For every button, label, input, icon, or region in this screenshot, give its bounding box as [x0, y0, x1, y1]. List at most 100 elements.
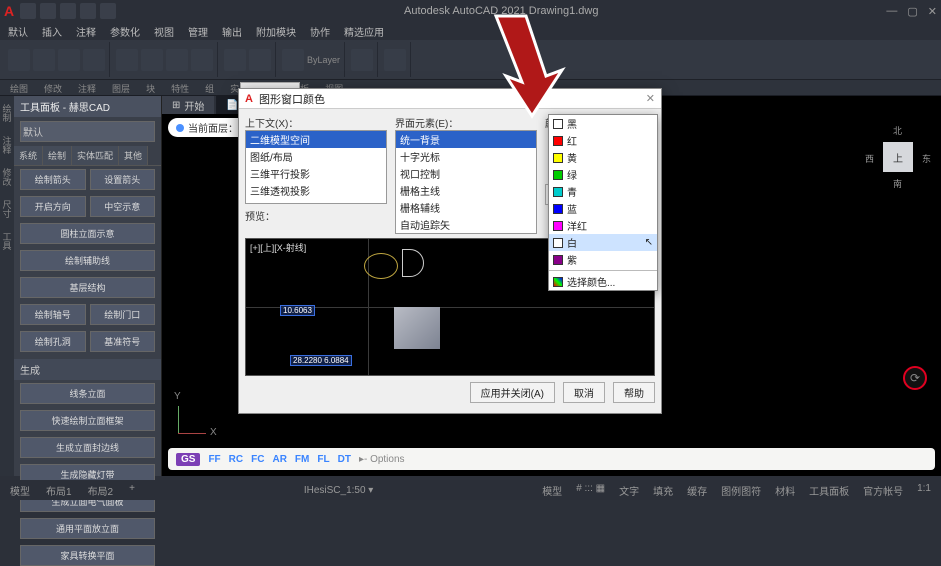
nav-wheel-icon[interactable] [903, 366, 927, 390]
palette-preset[interactable]: 默认 [20, 121, 155, 142]
dialog-titlebar[interactable]: A 图形窗口颜色 ✕ [239, 89, 661, 109]
minimize-button[interactable]: — [886, 5, 897, 18]
cmd-shortcut[interactable]: FL [317, 454, 329, 465]
list-item[interactable]: 自动追踪矢 [396, 216, 536, 233]
maximize-button[interactable]: ▢ [907, 5, 917, 18]
status-toggle[interactable]: 填充 [649, 483, 677, 498]
qat-undo-icon[interactable] [80, 3, 96, 19]
viewcube-face[interactable]: 上 [883, 142, 913, 172]
context-listbox[interactable]: 二维模型空间 图纸/布局 三维平行投影 三维透视投影 块编辑器 命令行 打印预览 [245, 130, 387, 204]
tool-button[interactable]: 通用平面放立面 [20, 518, 155, 539]
start-tab[interactable]: ⊞ 开始 [162, 96, 214, 114]
close-button[interactable]: ✕ [928, 5, 937, 18]
status-toggle[interactable]: 官方帐号 [859, 483, 907, 498]
block-icon[interactable] [351, 49, 373, 71]
tool-button[interactable]: 绘制孔洞 [20, 331, 86, 352]
status-toggle[interactable]: # ::: ▦ [572, 483, 609, 498]
layer-icon[interactable] [282, 49, 304, 71]
cmd-shortcut[interactable]: DT [338, 454, 351, 465]
list-item[interactable]: 十字光标 [396, 148, 536, 165]
layer-dropdown[interactable]: ByLayer [307, 55, 340, 65]
status-toggle[interactable]: 工具面板 [805, 483, 853, 498]
command-bar[interactable]: GS FF RC FC AR FM FL DT ▸- Options [168, 448, 935, 470]
palette-tab[interactable]: 实体匹配 [72, 146, 119, 165]
add-layout-button[interactable]: + [125, 483, 139, 498]
dim-icon[interactable] [249, 49, 271, 71]
menu-item[interactable]: 协作 [310, 24, 330, 39]
palette-tab[interactable]: 绘制 [43, 146, 72, 165]
list-item[interactable]: 自动捕捉标记 [396, 233, 536, 234]
viewcube-west[interactable]: 西 [865, 152, 874, 165]
trim-icon[interactable] [191, 49, 213, 71]
menu-item[interactable]: 输出 [222, 24, 242, 39]
status-toggle[interactable]: 材料 [771, 483, 799, 498]
viewcube[interactable]: 北 南 东 西 上 [863, 122, 933, 192]
circle-icon[interactable] [58, 49, 80, 71]
list-item[interactable]: 栅格辅线 [396, 199, 536, 216]
polyline-icon[interactable] [33, 49, 55, 71]
arc-icon[interactable] [83, 49, 105, 71]
menu-item[interactable]: 精选应用 [344, 24, 384, 39]
list-item[interactable]: 块编辑器 [246, 199, 386, 204]
layout-tab[interactable]: 布局2 [84, 483, 118, 498]
cmd-shortcut[interactable]: FM [295, 454, 309, 465]
cancel-button[interactable]: 取消 [563, 382, 605, 403]
cmd-shortcut[interactable]: FC [251, 454, 264, 465]
vtab[interactable]: 绘制 [1, 104, 14, 122]
status-toggle[interactable]: 1:1 [913, 483, 935, 498]
qat-open-icon[interactable] [40, 3, 56, 19]
tool-button[interactable]: 绘制门口 [90, 304, 156, 325]
vtab[interactable]: 尺寸 [1, 200, 14, 218]
command-prompt[interactable]: ▸- Options [359, 454, 405, 465]
cmd-shortcut[interactable]: RC [229, 454, 243, 465]
color-dropdown[interactable]: 黑 红 黄 绿 青 蓝 洋红 白 ↖ 紫 选择颜色... [548, 114, 658, 291]
menu-item[interactable]: 管理 [188, 24, 208, 39]
tool-button[interactable]: 快速绘制立面框架 [20, 410, 155, 431]
scale-dropdown[interactable]: IHesiSC_1:50 ▾ [149, 485, 528, 496]
vtab[interactable]: 注释 [1, 136, 14, 154]
tool-button[interactable]: 开启方向 [20, 196, 86, 217]
viewcube-east[interactable]: 东 [922, 152, 931, 165]
status-toggle[interactable]: 文字 [615, 483, 643, 498]
line-icon[interactable] [8, 49, 30, 71]
model-tab[interactable]: 模型 [6, 483, 34, 498]
tool-button[interactable]: 生成立面封边线 [20, 437, 155, 458]
cmd-shortcut[interactable]: AR [272, 454, 286, 465]
viewcube-north[interactable]: 北 [893, 124, 902, 137]
vtab[interactable]: 修改 [1, 168, 14, 186]
menu-item[interactable]: 附加模块 [256, 24, 296, 39]
status-toggle[interactable]: 模型 [538, 483, 566, 498]
select-color-option[interactable]: 选择颜色... [549, 273, 657, 290]
list-item[interactable]: 图纸/布局 [246, 148, 386, 165]
menu-item[interactable]: 视图 [154, 24, 174, 39]
apply-close-button[interactable]: 应用并关闭(A) [470, 382, 555, 403]
rotate-icon[interactable] [166, 49, 188, 71]
text-icon[interactable] [224, 49, 246, 71]
cmd-shortcut[interactable]: FF [208, 454, 220, 465]
palette-tab[interactable]: 其他 [119, 146, 148, 165]
copy-icon[interactable] [141, 49, 163, 71]
list-item[interactable]: 三维平行投影 [246, 165, 386, 182]
tool-button[interactable]: 中空示意 [90, 196, 156, 217]
menu-item[interactable]: 默认 [8, 24, 28, 39]
tool-button[interactable]: 基准符号 [90, 331, 156, 352]
qat-new-icon[interactable] [20, 3, 36, 19]
vtab[interactable]: 工具 [1, 232, 14, 250]
tool-button[interactable]: 线条立面 [20, 383, 155, 404]
tool-button[interactable]: 设置箭头 [90, 169, 156, 190]
dialog-close-button[interactable]: ✕ [646, 92, 655, 105]
list-item[interactable]: 三维透视投影 [246, 182, 386, 199]
tool-button[interactable]: 绘制轴号 [20, 304, 86, 325]
qat-save-icon[interactable] [60, 3, 76, 19]
viewcube-south[interactable]: 南 [893, 177, 902, 190]
status-toggle[interactable]: 缓存 [683, 483, 711, 498]
status-toggle[interactable]: 图例图符 [717, 483, 765, 498]
layout-tab[interactable]: 布局1 [42, 483, 76, 498]
match-icon[interactable] [384, 49, 406, 71]
menu-item[interactable]: 注释 [76, 24, 96, 39]
menu-item[interactable]: 参数化 [110, 24, 140, 39]
list-item[interactable]: 视口控制 [396, 165, 536, 182]
tool-button[interactable]: 基层结构 [20, 277, 155, 298]
tool-button[interactable]: 绘制辅助线 [20, 250, 155, 271]
list-item[interactable]: 栅格主线 [396, 182, 536, 199]
